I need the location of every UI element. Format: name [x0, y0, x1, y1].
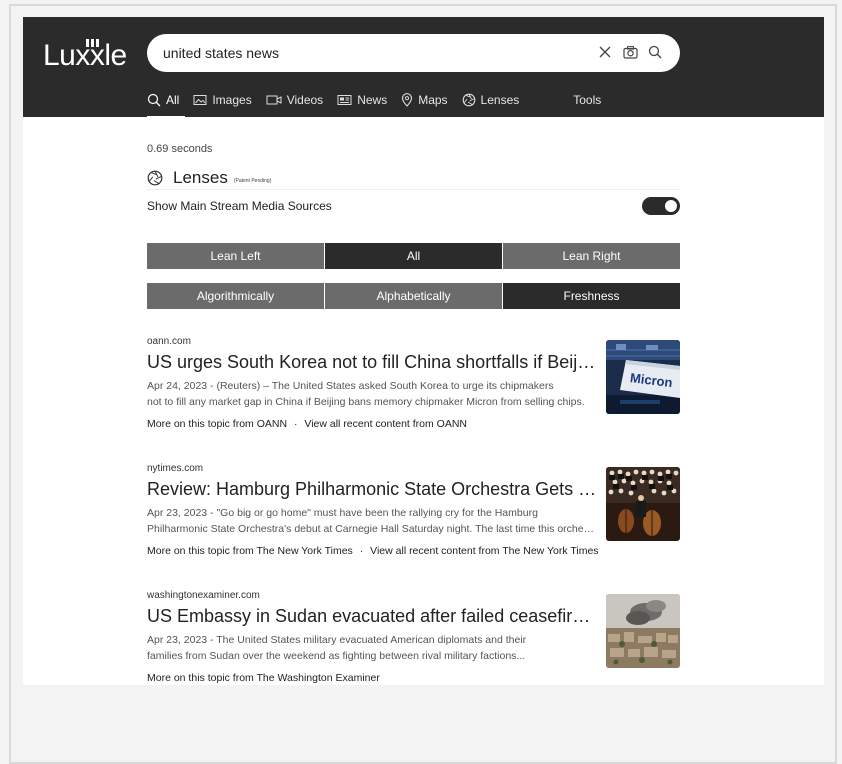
result-domain: washingtonexaminer.com	[147, 590, 260, 601]
more-on-topic-link[interactable]: More on this topic from OANN	[147, 418, 287, 430]
search-tabs: All Images Videos News Maps Lenses Tools	[147, 83, 615, 118]
tab-all[interactable]: All	[147, 85, 186, 118]
lenses-subtitle: (Patent Pending)	[233, 178, 272, 184]
result-item: oann.com US urges South Korea not to fil…	[147, 336, 680, 446]
result-thumbnail[interactable]	[606, 594, 680, 668]
tab-images[interactable]: Images	[193, 85, 252, 115]
tab-label: Maps	[418, 93, 448, 107]
lenses-title: Lenses	[173, 168, 228, 187]
search-icon	[147, 93, 161, 107]
camera-icon[interactable]	[621, 43, 639, 61]
snippet-line: families from Sudan over the weekend as …	[147, 650, 526, 662]
view-all-link[interactable]: View all recent content from OANN	[304, 418, 467, 430]
aperture-icon	[147, 170, 163, 186]
tab-label: Videos	[286, 93, 324, 107]
snippet-line: Philharmonic State Orchestra's debut at …	[147, 523, 599, 535]
tab-tools[interactable]: Tools	[573, 85, 601, 115]
result-more-links: More on this topic from The New York Tim…	[147, 545, 599, 557]
result-item: washingtonexaminer.com US Embassy in Sud…	[147, 590, 680, 700]
snippet-line: Apr 23, 2023 - The United States militar…	[147, 634, 527, 646]
snippet-line: Apr 23, 2023 - "Go big or go home" must …	[147, 507, 538, 519]
sort-alphabetically[interactable]: Alphabetically	[325, 283, 503, 309]
bias-lean-left[interactable]: Lean Left	[147, 243, 325, 269]
result-thumbnail[interactable]	[606, 467, 680, 541]
result-domain: nytimes.com	[147, 463, 204, 474]
tab-label: News	[357, 93, 388, 107]
search-box	[147, 34, 680, 72]
tab-lenses[interactable]: Lenses	[462, 85, 520, 115]
header: Luxxle All Images	[23, 17, 824, 118]
page: Luxxle All Images	[23, 17, 824, 685]
mainstream-row: Show Main Stream Media Sources	[147, 195, 680, 217]
tab-videos[interactable]: Videos	[266, 85, 323, 115]
sort-filter: Algorithmically Alphabetically Freshness	[147, 283, 680, 309]
tab-maps[interactable]: Maps	[401, 85, 448, 115]
tab-label: Tools	[573, 93, 602, 107]
view-all-link[interactable]: View all recent content from The New Yor…	[370, 545, 598, 557]
lenses-header: Lenses (Patent Pending)	[147, 167, 680, 190]
tab-label: Images	[212, 93, 252, 107]
tab-news[interactable]: News	[337, 85, 387, 115]
map-pin-icon	[402, 93, 413, 107]
search-timing: 0.69 seconds	[147, 143, 213, 155]
result-domain: oann.com	[147, 336, 191, 347]
result-item: nytimes.com Review: Hamburg Philharmonic…	[147, 463, 680, 573]
tab-label: All	[166, 93, 180, 107]
snippet-line: Apr 24, 2023 - (Reuters) – The United St…	[147, 380, 554, 392]
aperture-icon	[462, 93, 475, 107]
result-more-links: More on this topic from OANN · View all …	[147, 418, 467, 430]
result-snippet: Apr 23, 2023 - The United States militar…	[147, 632, 599, 664]
mainstream-label: Show Main Stream Media Sources	[147, 199, 332, 213]
sort-freshness[interactable]: Freshness	[503, 283, 680, 309]
more-on-topic-link[interactable]: More on this topic from The Washington E…	[147, 672, 380, 684]
bias-filter: Lean Left All Lean Right	[147, 243, 680, 269]
video-icon	[266, 95, 282, 105]
result-thumbnail[interactable]: Micron	[606, 340, 680, 414]
logo[interactable]: Luxxle	[43, 39, 127, 73]
bias-lean-right[interactable]: Lean Right	[503, 243, 680, 269]
sort-algorithmically[interactable]: Algorithmically	[147, 283, 325, 309]
snippet-line: not to fill any market gap in China if B…	[147, 396, 585, 408]
clear-icon[interactable]	[596, 43, 614, 61]
image-icon	[193, 95, 207, 105]
result-title[interactable]: US Embassy in Sudan evacuated after fail…	[147, 606, 599, 627]
result-snippet: Apr 24, 2023 - (Reuters) – The United St…	[147, 378, 599, 410]
search-icon[interactable]	[646, 43, 664, 61]
newspaper-icon	[337, 95, 352, 105]
result-title[interactable]: Review: Hamburg Philharmonic State Orche…	[147, 479, 599, 500]
result-more-links: More on this topic from The Washington E…	[147, 672, 380, 684]
separator: ·	[293, 418, 298, 430]
result-title[interactable]: US urges South Korea not to fill China s…	[147, 352, 599, 373]
more-on-topic-link[interactable]: More on this topic from The New York Tim…	[147, 545, 353, 557]
result-snippet: Apr 23, 2023 - "Go big or go home" must …	[147, 505, 599, 537]
tab-label: Lenses	[480, 93, 520, 107]
separator: ·	[359, 545, 364, 557]
mainstream-toggle[interactable]	[642, 197, 680, 215]
search-input[interactable]	[163, 43, 593, 63]
bias-all[interactable]: All	[325, 243, 503, 269]
